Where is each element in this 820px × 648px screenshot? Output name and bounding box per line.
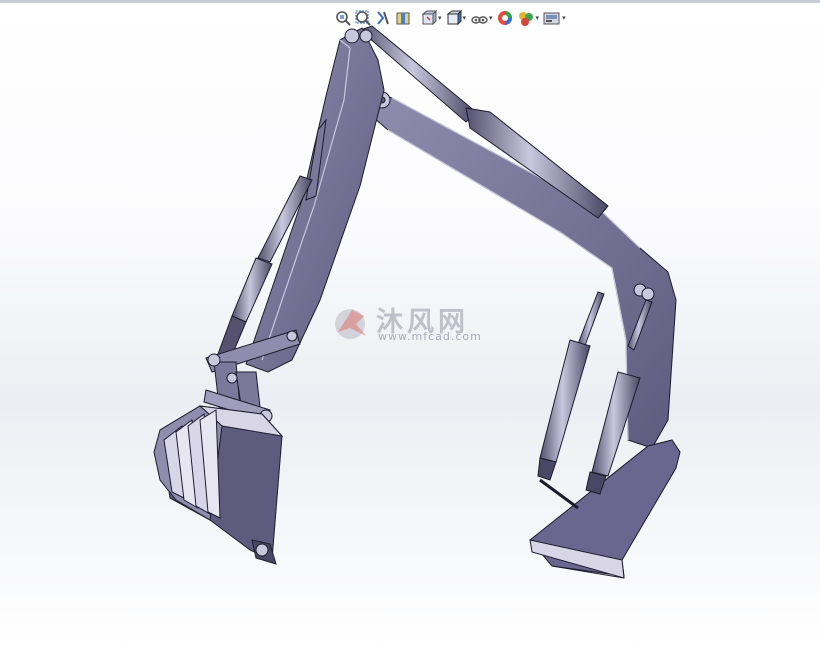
bucket[interactable] [153, 405, 284, 565]
watermark-logo-icon [335, 309, 366, 339]
watermark: 沐风网 www.mfcad.com [330, 302, 500, 346]
watermark-url: www.mfcad.com [378, 330, 482, 343]
